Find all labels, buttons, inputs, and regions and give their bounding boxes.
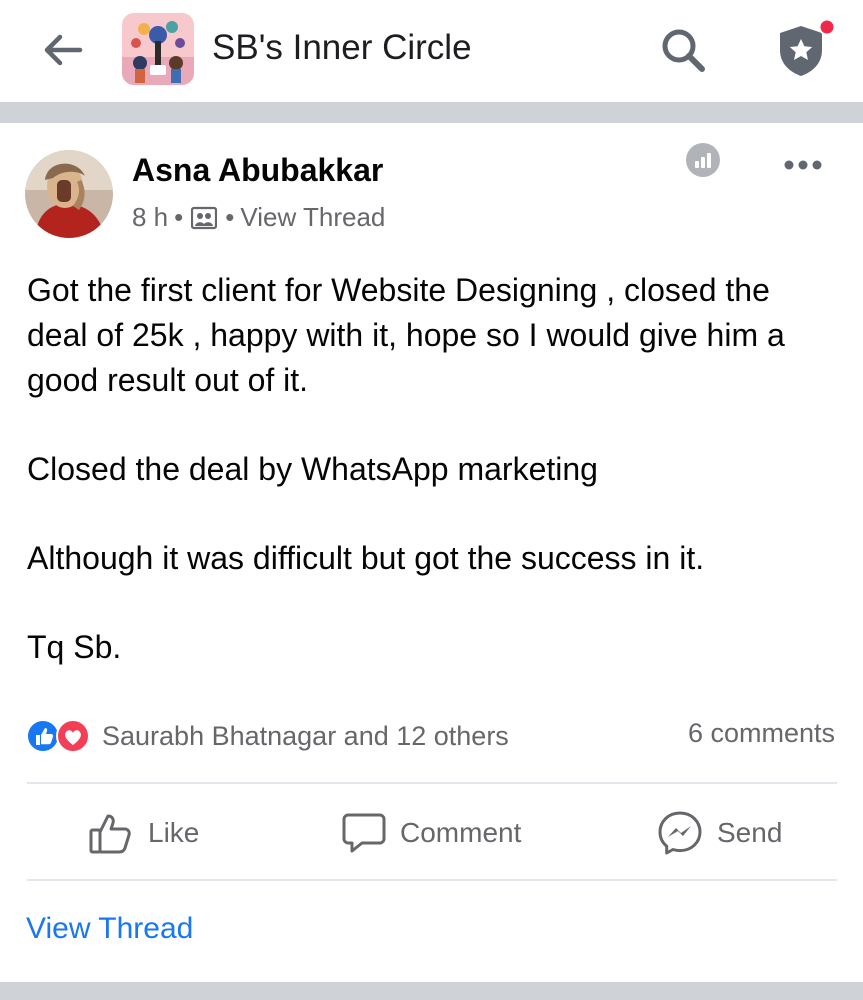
view-thread-link[interactable]: View Thread (26, 912, 193, 946)
actions-divider-top (27, 782, 837, 784)
reactions-summary[interactable]: Saurabh Bhatnagar and 12 others (26, 716, 509, 756)
send-label: Send (717, 817, 783, 848)
section-divider (0, 982, 863, 1000)
comment-bubble-icon (342, 813, 386, 853)
more-options-icon[interactable] (782, 150, 824, 180)
notification-dot (818, 18, 835, 36)
group-audience-icon (191, 206, 218, 229)
post-text: Got the first client for Website Designi… (27, 268, 837, 670)
post-paragraph: Tq Sb. (27, 629, 122, 665)
comment-label: Comment (400, 817, 522, 848)
like-button[interactable]: Like (88, 806, 199, 860)
reaction-icons (26, 719, 90, 753)
comments-count[interactable]: 6 comments (688, 718, 835, 749)
post-paragraph: Closed the deal by WhatsApp marketing (27, 451, 598, 487)
meta-separator: • (174, 202, 184, 232)
post-paragraph: Got the first client for Website Designi… (27, 272, 785, 398)
post-meta: 8 h • • View Thread (132, 202, 385, 233)
group-logo[interactable] (122, 13, 194, 85)
love-reaction-icon (56, 719, 90, 753)
post-time[interactable]: 8 h (132, 202, 168, 233)
reaction-summary-text[interactable]: Saurabh Bhatnagar and 12 others (102, 721, 509, 752)
thumbs-up-icon (89, 814, 131, 854)
like-reaction-icon (26, 719, 60, 753)
section-divider (0, 102, 863, 123)
search-icon[interactable] (657, 24, 709, 76)
messenger-icon (658, 811, 702, 855)
meta-separator: • (225, 202, 235, 232)
group-title[interactable]: SB's Inner Circle (212, 28, 472, 68)
author-avatar[interactable] (25, 150, 113, 238)
arrow-left-icon[interactable] (40, 30, 84, 70)
comment-button[interactable]: Comment (342, 806, 521, 860)
top-bar: SB's Inner Circle (0, 0, 863, 102)
author-name[interactable]: Asna Abubakkar (132, 152, 383, 189)
admin-shield-star-icon[interactable] (775, 18, 835, 80)
post-paragraph: Although it was difficult but got the su… (27, 540, 705, 576)
like-label: Like (148, 817, 200, 848)
view-thread-meta-link[interactable]: View Thread (240, 202, 385, 233)
send-button[interactable]: Send (657, 806, 782, 860)
insights-icon[interactable] (686, 143, 720, 177)
actions-divider-bottom (27, 879, 837, 881)
